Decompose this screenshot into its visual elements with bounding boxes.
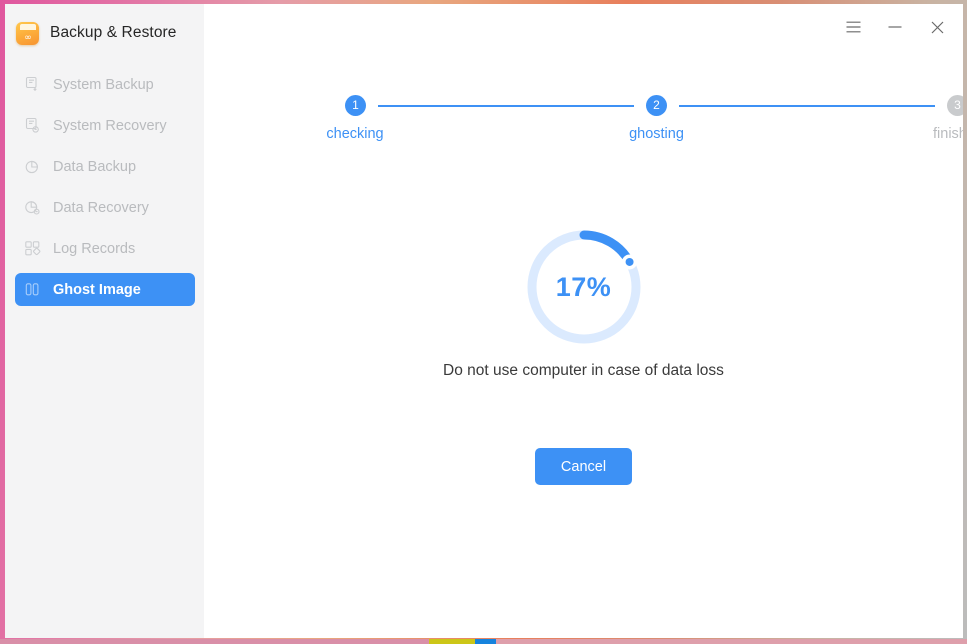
step-2-label: ghosting xyxy=(629,126,684,142)
main-content: 1 2 3 checking ghosting finished xyxy=(204,4,963,638)
data-backup-icon xyxy=(24,158,41,175)
progress-percent-text: 17% xyxy=(555,271,612,302)
sidebar-item-system-backup[interactable]: System Backup xyxy=(15,68,195,101)
sidebar-item-label: Log Records xyxy=(53,240,136,257)
sidebar-item-data-recovery[interactable]: Data Recovery xyxy=(15,191,195,224)
bottom-strip-segment xyxy=(429,639,475,644)
step-1-number: 1 xyxy=(345,95,366,116)
sidebar-item-data-backup[interactable]: Data Backup xyxy=(15,150,195,183)
step-3-label: finished xyxy=(933,126,963,142)
step-connector-2 xyxy=(679,104,935,107)
status-message: Do not use computer in case of data loss xyxy=(443,362,724,379)
data-recovery-icon xyxy=(24,199,41,216)
sidebar-item-label: Data Backup xyxy=(53,158,137,175)
sidebar: ∞ Backup & Restore System Backup System … xyxy=(5,4,204,638)
bottom-strip-segment xyxy=(475,639,496,644)
progress-ring: 17% xyxy=(523,226,645,348)
step-3-number: 3 xyxy=(947,95,963,116)
step-1-label: checking xyxy=(326,126,384,142)
system-backup-icon xyxy=(24,76,41,93)
app-title: Backup & Restore xyxy=(50,24,177,41)
progress-stepper: 1 2 3 checking ghosting finished xyxy=(326,95,963,142)
window-frame: ∞ Backup & Restore System Backup System … xyxy=(0,0,967,644)
progress-indicator: 17% xyxy=(204,226,963,348)
sidebar-item-log-records[interactable]: Log Records xyxy=(15,232,195,265)
close-button[interactable] xyxy=(925,15,949,39)
ghost-image-icon xyxy=(24,281,41,298)
sidebar-item-label: System Backup xyxy=(53,76,154,93)
cancel-button[interactable]: Cancel xyxy=(535,448,632,485)
app-brand: ∞ Backup & Restore xyxy=(5,12,204,54)
sidebar-item-label: System Recovery xyxy=(53,117,167,134)
sidebar-item-ghost-image[interactable]: Ghost Image xyxy=(15,273,195,306)
minimize-button[interactable] xyxy=(883,15,907,39)
sidebar-item-label: Data Recovery xyxy=(53,199,149,216)
step-2-number: 2 xyxy=(646,95,667,116)
log-records-icon xyxy=(24,240,41,257)
sidebar-item-label: Ghost Image xyxy=(53,281,141,298)
bottom-strip-segment xyxy=(0,639,429,644)
sidebar-item-system-recovery[interactable]: System Recovery xyxy=(15,109,195,142)
backup-restore-app-icon: ∞ xyxy=(16,21,39,45)
bottom-strip-segment xyxy=(496,639,967,644)
titlebar-controls xyxy=(841,4,963,50)
action-bar: Cancel xyxy=(204,448,963,485)
menu-button[interactable] xyxy=(841,15,865,39)
bottom-status-strip xyxy=(0,639,967,644)
sidebar-nav: System Backup System Recovery Data Backu… xyxy=(5,68,204,306)
step-connector-1 xyxy=(378,104,634,107)
system-recovery-icon xyxy=(24,117,41,134)
app-window: ∞ Backup & Restore System Backup System … xyxy=(5,4,963,638)
